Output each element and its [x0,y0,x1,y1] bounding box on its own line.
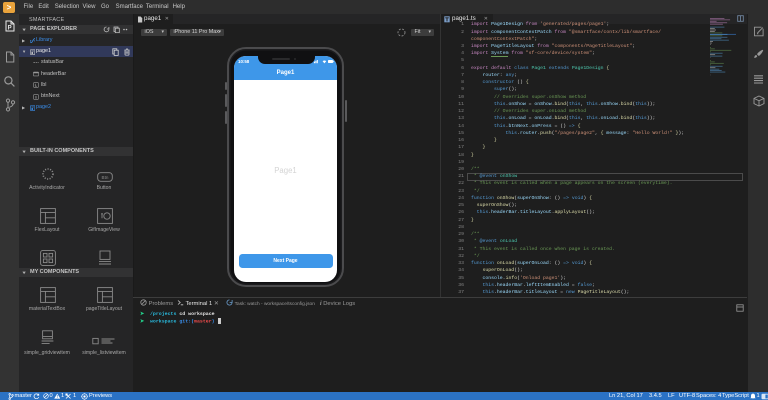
svg-text:B: B [35,95,38,99]
svg-text:Btn: Btn [102,175,109,180]
svg-text:P: P [7,25,11,31]
